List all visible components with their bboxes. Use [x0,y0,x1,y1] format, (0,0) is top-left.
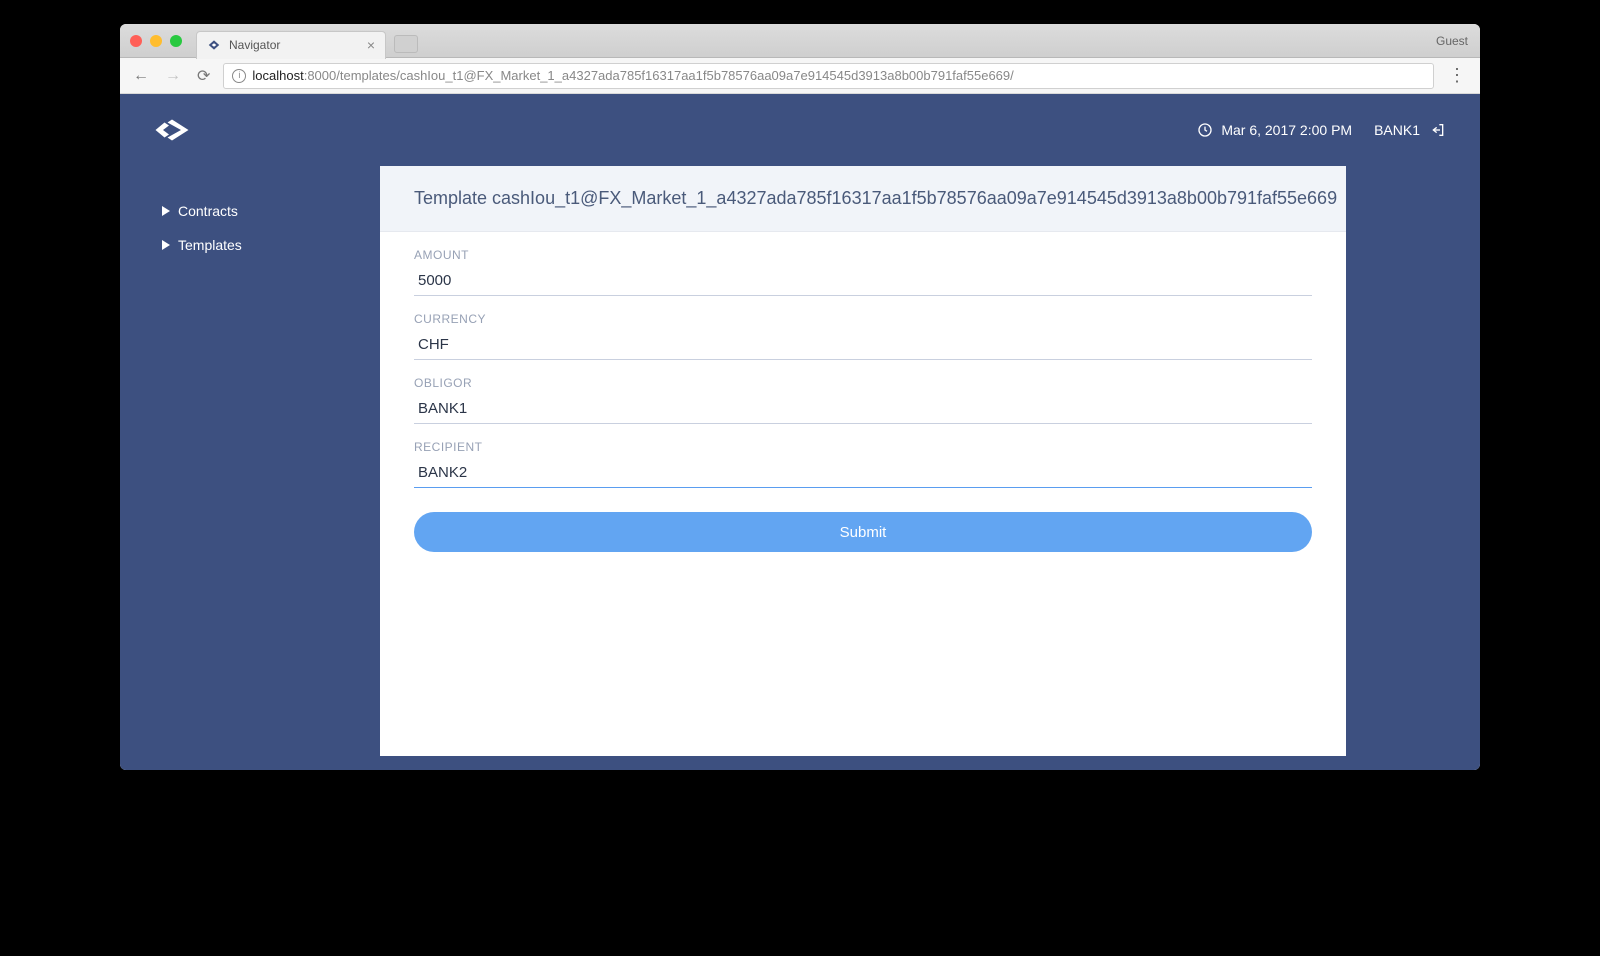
window-maximize-button[interactable] [170,35,182,47]
app-root: Mar 6, 2017 2:00 PM BANK1 Contracts [120,94,1480,770]
logout-icon[interactable] [1430,122,1446,138]
header-user: BANK1 [1374,122,1446,138]
app-header: Mar 6, 2017 2:00 PM BANK1 [120,94,1480,166]
tab-close-icon[interactable]: × [367,38,375,52]
header-datetime: Mar 6, 2017 2:00 PM [1197,122,1352,138]
site-info-icon[interactable]: i [232,69,246,83]
field-obligor: OBLIGOR [414,376,1312,424]
address-host: localhost [252,68,303,83]
address-bar[interactable]: i localhost:8000/templates/cashIou_t1@FX… [223,63,1434,89]
main-panel: Template cashIou_t1@FX_Market_1_a4327ada… [380,166,1346,756]
app-logo-icon[interactable] [154,116,190,144]
page-title: Template cashIou_t1@FX_Market_1_a4327ada… [380,166,1346,232]
browser-window: Navigator × Guest ← → ⟳ i localhost:8000… [120,24,1480,770]
chevron-right-icon [162,206,170,216]
sidebar-item-label: Templates [178,237,242,253]
new-tab-button[interactable] [394,35,418,53]
sidebar-item-contracts[interactable]: Contracts [162,194,380,228]
clock-icon [1197,122,1213,138]
field-label: OBLIGOR [414,376,1312,390]
sidebar-item-label: Contracts [178,203,238,219]
currency-input[interactable] [414,330,1312,360]
chevron-right-icon [162,240,170,250]
window-controls [130,35,182,47]
field-label: RECIPIENT [414,440,1312,454]
template-form: AMOUNT CURRENCY OBLIGOR RECIPIENT [380,232,1346,576]
field-amount: AMOUNT [414,248,1312,296]
datetime-text: Mar 6, 2017 2:00 PM [1221,122,1352,138]
browser-toolbar: ← → ⟳ i localhost:8000/templates/cashIou… [120,58,1480,94]
forward-button[interactable]: → [162,67,184,85]
tab-bar: Navigator × Guest [120,24,1480,58]
tab-favicon-icon [207,38,221,52]
amount-input[interactable] [414,266,1312,296]
field-currency: CURRENCY [414,312,1312,360]
tab-title: Navigator [229,38,359,52]
window-close-button[interactable] [130,35,142,47]
back-button[interactable]: ← [130,67,152,85]
profile-label[interactable]: Guest [1436,34,1468,48]
submit-button[interactable]: Submit [414,512,1312,552]
window-minimize-button[interactable] [150,35,162,47]
app-body: Contracts Templates Template cashIou_t1@… [120,166,1480,770]
address-path: :8000/templates/cashIou_t1@FX_Market_1_a… [304,68,1014,83]
sidebar-item-templates[interactable]: Templates [162,228,380,262]
sidebar: Contracts Templates [120,166,380,756]
reload-button[interactable]: ⟳ [194,66,213,86]
field-recipient: RECIPIENT [414,440,1312,488]
browser-tab[interactable]: Navigator × [196,31,386,59]
browser-menu-button[interactable]: ⋮ [1444,65,1470,86]
field-label: AMOUNT [414,248,1312,262]
obligor-input[interactable] [414,394,1312,424]
user-label: BANK1 [1374,122,1420,138]
recipient-input[interactable] [414,458,1312,488]
field-label: CURRENCY [414,312,1312,326]
